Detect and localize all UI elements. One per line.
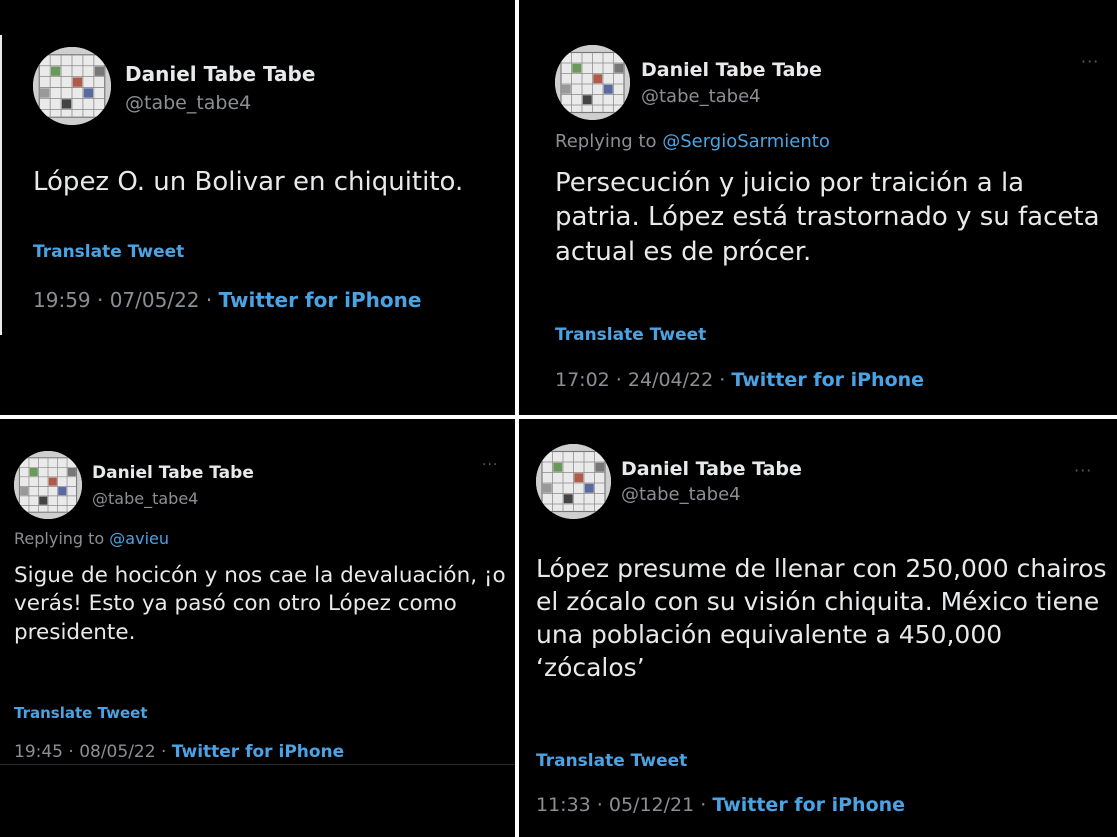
display-name[interactable]: Daniel Tabe Tabe [125, 62, 315, 86]
tweet-timestamp[interactable]: 11:33 · 05/12/21 · [536, 794, 712, 816]
reply-mention-link[interactable]: @avieu [109, 529, 169, 548]
avatar[interactable] [555, 45, 630, 120]
selection-bar [0, 35, 2, 335]
tweet-card-1: Daniel Tabe Tabe @tabe_tabe4 López O. un… [0, 0, 515, 415]
tweet-text: Persecución y juicio por traición a la p… [555, 168, 1100, 267]
divider [0, 764, 515, 765]
reply-mention-link[interactable]: @SergioSarmiento [662, 131, 830, 152]
more-options-icon[interactable]: ··· [1074, 461, 1092, 480]
tweet-text: López presume de llenar con 250,000 chai… [536, 554, 1107, 682]
more-options-icon[interactable]: ··· [1081, 52, 1099, 71]
replying-to: Replying to @SergioSarmiento [555, 131, 830, 152]
tweet-source[interactable]: Twitter for iPhone [172, 742, 344, 762]
tweet-timestamp[interactable]: 17:02 · 24/04/22 · [555, 369, 731, 391]
tweet-meta: 19:45 · 08/05/22 · Twitter for iPhone [14, 742, 344, 762]
user-handle[interactable]: @tabe_tabe4 [92, 489, 198, 508]
tweet-text: Sigue de hocicón y nos cae la devaluació… [14, 563, 506, 645]
display-name[interactable]: Daniel Tabe Tabe [92, 463, 254, 483]
tweet-meta: 17:02 · 24/04/22 · Twitter for iPhone [555, 369, 924, 391]
tweet-meta: 11:33 · 05/12/21 · Twitter for iPhone [536, 794, 905, 816]
avatar[interactable] [14, 451, 82, 519]
tweet-card-3: Daniel Tabe Tabe @tabe_tabe4 ··· Replyin… [0, 419, 515, 837]
tweet-timestamp[interactable]: 19:45 · 08/05/22 · [14, 742, 172, 762]
replying-to-label: Replying to [555, 131, 663, 152]
tweet-card-4: Daniel Tabe Tabe @tabe_tabe4 ··· López p… [519, 419, 1117, 837]
tweet-source[interactable]: Twitter for iPhone [712, 794, 905, 816]
replying-to: Replying to @avieu [14, 529, 169, 548]
replying-to-label: Replying to [14, 529, 110, 548]
translate-tweet-link[interactable]: Translate Tweet [555, 325, 706, 345]
display-name[interactable]: Daniel Tabe Tabe [641, 59, 822, 81]
user-handle[interactable]: @tabe_tabe4 [641, 86, 761, 107]
tweet-meta: 19:59 · 07/05/22 · Twitter for iPhone [33, 288, 421, 312]
user-handle[interactable]: @tabe_tabe4 [125, 92, 251, 114]
translate-tweet-link[interactable]: Translate Tweet [14, 704, 148, 722]
more-options-icon[interactable]: ··· [482, 457, 498, 473]
translate-tweet-link[interactable]: Translate Tweet [33, 242, 184, 262]
avatar[interactable] [536, 444, 611, 519]
translate-tweet-link[interactable]: Translate Tweet [536, 751, 687, 771]
avatar[interactable] [33, 47, 111, 125]
tweet-timestamp[interactable]: 19:59 · 07/05/22 · [33, 288, 219, 312]
user-handle[interactable]: @tabe_tabe4 [621, 484, 741, 505]
tweet-card-2: Daniel Tabe Tabe @tabe_tabe4 ··· Replyin… [519, 0, 1117, 415]
tweet-text: López O. un Bolivar en chiquitito. [33, 167, 464, 197]
tweet-source[interactable]: Twitter for iPhone [219, 288, 422, 312]
tweet-source[interactable]: Twitter for iPhone [731, 369, 924, 391]
display-name[interactable]: Daniel Tabe Tabe [621, 458, 802, 480]
